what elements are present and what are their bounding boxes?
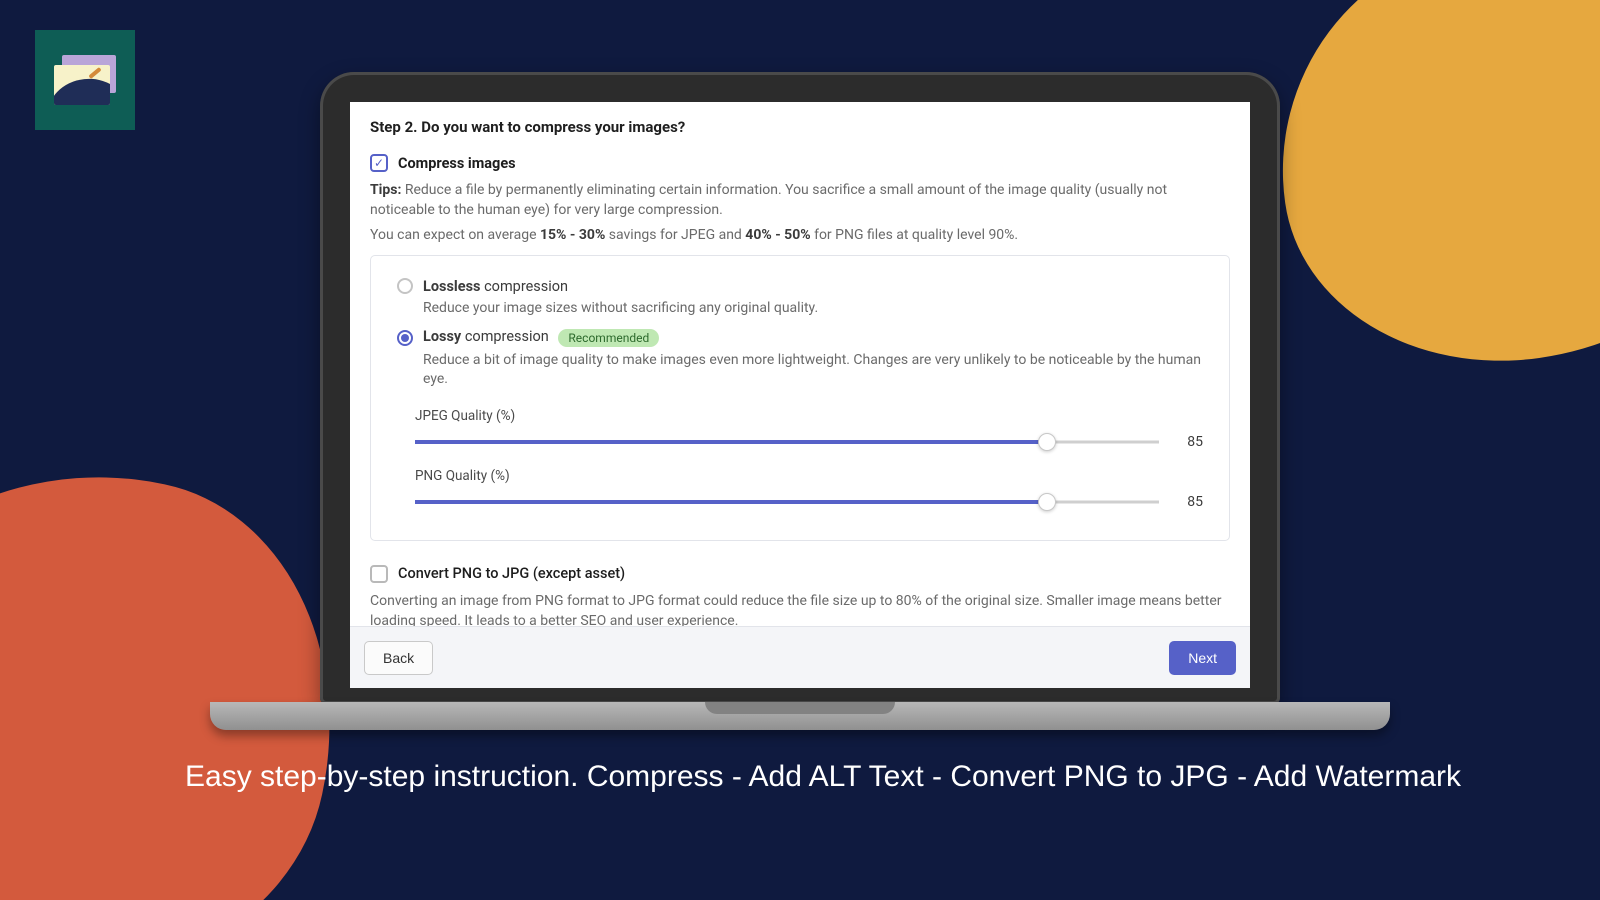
jpeg-quality-slider[interactable] <box>415 434 1159 450</box>
lossy-label: Lossy compression Recommended <box>423 328 659 346</box>
laptop-frame: Step 2. Do you want to compress your ima… <box>320 72 1280 730</box>
convert-png-label: Convert PNG to JPG (except asset) <box>398 565 625 582</box>
jpeg-quality-label: JPEG Quality (%) <box>415 408 1203 424</box>
step-title: Step 2. Do you want to compress your ima… <box>370 118 1230 136</box>
lossy-desc: Reduce a bit of image quality to make im… <box>423 351 1203 390</box>
lossless-label: Lossless compression <box>423 278 568 295</box>
png-quality-label: PNG Quality (%) <box>415 468 1203 484</box>
lossy-radio[interactable] <box>397 330 413 346</box>
back-button[interactable]: Back <box>364 641 433 675</box>
convert-png-checkbox[interactable]: ✓ <box>370 565 388 583</box>
lossless-desc: Reduce your image sizes without sacrific… <box>423 299 1203 319</box>
caption-text: Easy step-by-step instruction. Compress … <box>185 756 1540 798</box>
compression-options-box: Lossless compression Reduce your image s… <box>370 255 1230 541</box>
tips-text-2: You can expect on average 15% - 30% savi… <box>370 225 1230 245</box>
compress-images-label: Compress images <box>398 155 516 172</box>
png-quality-value: 85 <box>1173 494 1203 510</box>
compress-images-checkbox[interactable]: ✓ <box>370 154 388 172</box>
app-screen: Step 2. Do you want to compress your ima… <box>350 102 1250 688</box>
footer-bar: Back Next <box>350 626 1250 688</box>
laptop-base <box>210 702 1390 730</box>
decorative-blob-orange <box>1253 0 1600 390</box>
tips-text: Tips: Reduce a file by permanently elimi… <box>370 180 1230 221</box>
png-quality-slider[interactable] <box>415 494 1159 510</box>
jpeg-quality-value: 85 <box>1173 434 1203 450</box>
lossless-radio[interactable] <box>397 278 413 294</box>
next-button[interactable]: Next <box>1169 641 1236 675</box>
app-logo-icon <box>35 30 135 130</box>
recommended-badge: Recommended <box>558 329 659 347</box>
